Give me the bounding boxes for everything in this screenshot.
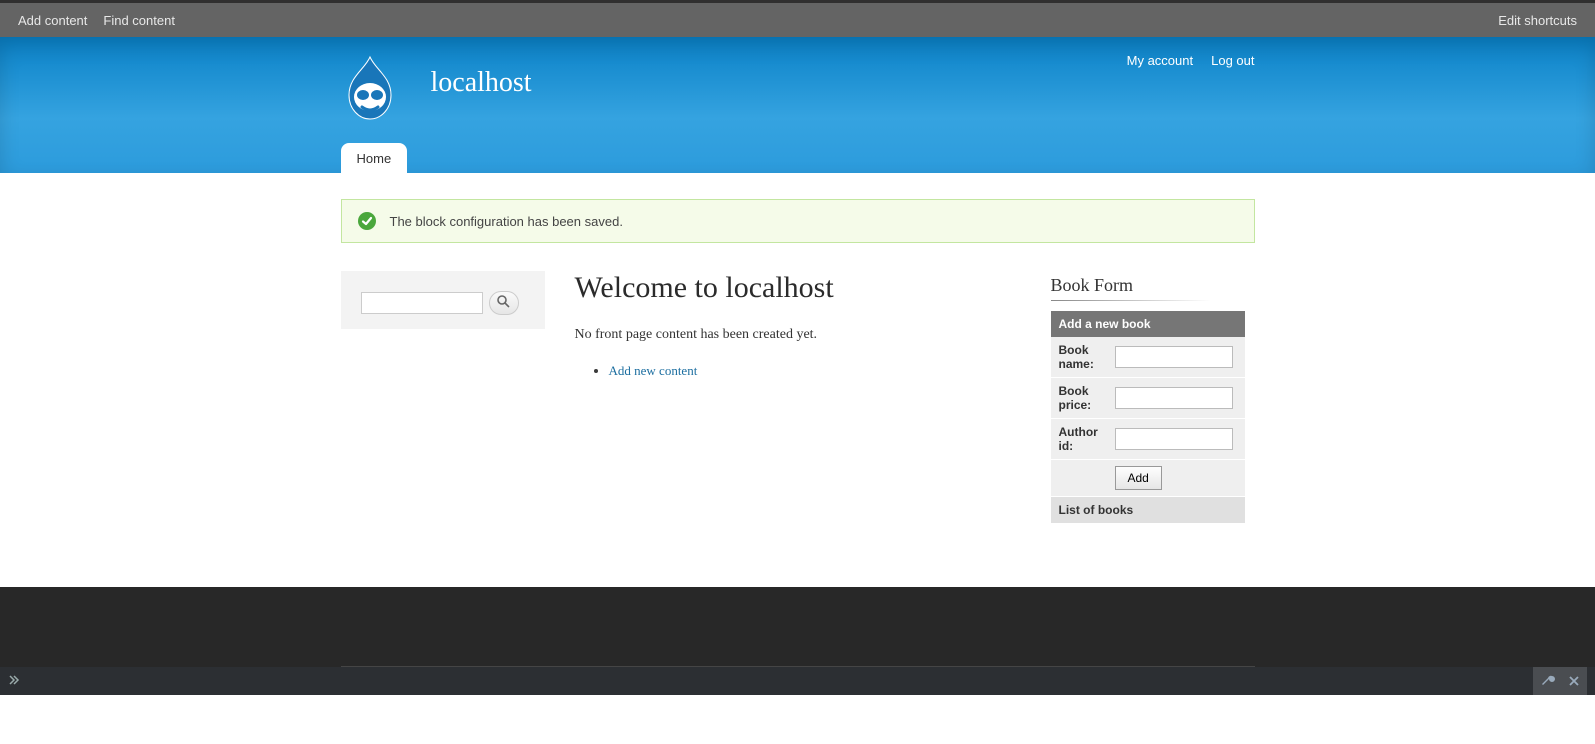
block-title: Book Form xyxy=(1051,271,1255,300)
page-title: Welcome to localhost xyxy=(575,271,1021,305)
book-name-input[interactable] xyxy=(1115,346,1233,368)
form-header: Add a new book xyxy=(1051,311,1245,337)
main-content: Welcome to localhost No front page conte… xyxy=(545,271,1051,523)
edit-shortcuts-link[interactable]: Edit shortcuts xyxy=(1498,13,1577,28)
search-icon xyxy=(497,295,510,311)
book-name-label: Book name: xyxy=(1051,337,1107,378)
drupal-logo-icon[interactable] xyxy=(341,55,399,124)
add-new-content-link[interactable]: Add new content xyxy=(609,363,698,378)
site-footer xyxy=(0,587,1595,667)
no-content-text: No front page content has been created y… xyxy=(575,327,1021,343)
site-header: My account Log out localhost Home xyxy=(0,37,1595,173)
status-text: The block configuration has been saved. xyxy=(390,214,623,229)
site-name[interactable]: localhost xyxy=(431,67,532,99)
wrench-icon[interactable] xyxy=(1541,673,1555,690)
search-input[interactable] xyxy=(361,292,483,314)
log-out-link[interactable]: Log out xyxy=(1211,53,1254,68)
bottom-toolbar xyxy=(0,667,1595,695)
book-price-label: Book price: xyxy=(1051,378,1107,419)
user-menu: My account Log out xyxy=(1127,53,1255,68)
success-check-icon xyxy=(358,212,376,230)
title-underline xyxy=(1051,300,1211,301)
book-price-input[interactable] xyxy=(1115,387,1233,409)
close-icon[interactable] xyxy=(1569,674,1579,689)
author-id-input[interactable] xyxy=(1115,428,1233,450)
book-form-block: Book Form Add a new book Book name: Book… xyxy=(1051,271,1255,523)
author-id-label: Author id: xyxy=(1051,419,1107,460)
search-button[interactable] xyxy=(489,291,519,315)
status-message: The block configuration has been saved. xyxy=(341,199,1255,243)
my-account-link[interactable]: My account xyxy=(1127,53,1193,68)
sidebar-search-block xyxy=(341,271,545,329)
add-content-link[interactable]: Add content xyxy=(18,13,87,28)
find-content-link[interactable]: Find content xyxy=(103,13,175,28)
tab-home[interactable]: Home xyxy=(341,143,408,174)
list-header: List of books xyxy=(1051,497,1245,524)
add-button[interactable]: Add xyxy=(1115,466,1162,490)
admin-toolbar: Add content Find content Edit shortcuts xyxy=(0,0,1595,37)
expand-icon[interactable] xyxy=(8,674,20,689)
